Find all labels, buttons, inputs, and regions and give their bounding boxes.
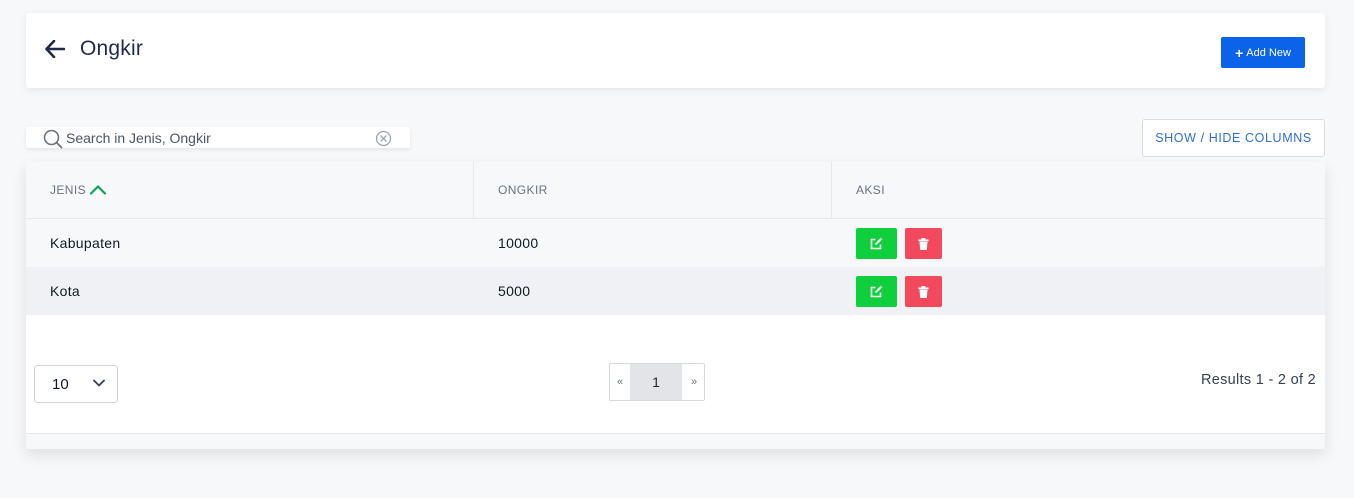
table-footer [26, 434, 1325, 449]
pagination-page-1[interactable]: 1 [630, 364, 682, 400]
delete-button[interactable] [905, 228, 942, 259]
results-count: Results 1 - 2 of 2 [1200, 372, 1316, 388]
cell-jenis: Kabupaten [50, 235, 121, 251]
cell-ongkir: 10000 [498, 235, 539, 251]
show-hide-columns-button[interactable]: SHOW / HIDE COLUMNS [1142, 119, 1325, 157]
column-header-label: JENIS [50, 183, 87, 197]
edit-button[interactable] [856, 228, 897, 259]
cell-ongkir: 5000 [498, 283, 531, 299]
column-header-jenis[interactable]: JENIS [50, 162, 107, 218]
table-header: JENIS ONGKIR AKSI [26, 162, 1325, 219]
chevron-down-icon [93, 379, 105, 387]
search-bar [26, 127, 410, 149]
pagination-next-button[interactable]: » [684, 364, 704, 400]
search-icon [43, 129, 63, 154]
page-title: Ongkir [80, 37, 144, 60]
cell-jenis: Kota [50, 283, 80, 299]
column-header-aksi: AKSI [856, 183, 885, 197]
trash-icon [918, 285, 929, 298]
edit-icon [870, 285, 883, 298]
table-row: Kota 5000 [26, 267, 1325, 315]
clear-search-icon[interactable] [375, 130, 392, 152]
add-new-label: Add New [1246, 46, 1291, 59]
rows-per-page-select[interactable]: 10 [34, 365, 118, 403]
edit-button[interactable] [856, 276, 897, 307]
plus-icon: + [1235, 44, 1244, 61]
pagination-prev-button[interactable]: « [610, 364, 630, 400]
search-input[interactable] [66, 127, 366, 148]
page-header: Ongkir + Add New [26, 13, 1325, 88]
table-row: Kabupaten 10000 [26, 219, 1325, 267]
pagination: « 1 » [609, 363, 705, 401]
arrow-left-icon [45, 40, 65, 58]
sort-ascending-icon [89, 185, 107, 195]
data-table: JENIS ONGKIR AKSI Kabupaten 10000 Kota 5… [26, 162, 1325, 449]
delete-button[interactable] [905, 276, 942, 307]
rows-per-page-value: 10 [52, 376, 69, 393]
trash-icon [918, 237, 929, 250]
add-new-button[interactable]: + Add New [1221, 37, 1305, 68]
back-button[interactable] [44, 38, 66, 60]
edit-icon [870, 237, 883, 250]
column-header-ongkir[interactable]: ONGKIR [498, 162, 548, 218]
